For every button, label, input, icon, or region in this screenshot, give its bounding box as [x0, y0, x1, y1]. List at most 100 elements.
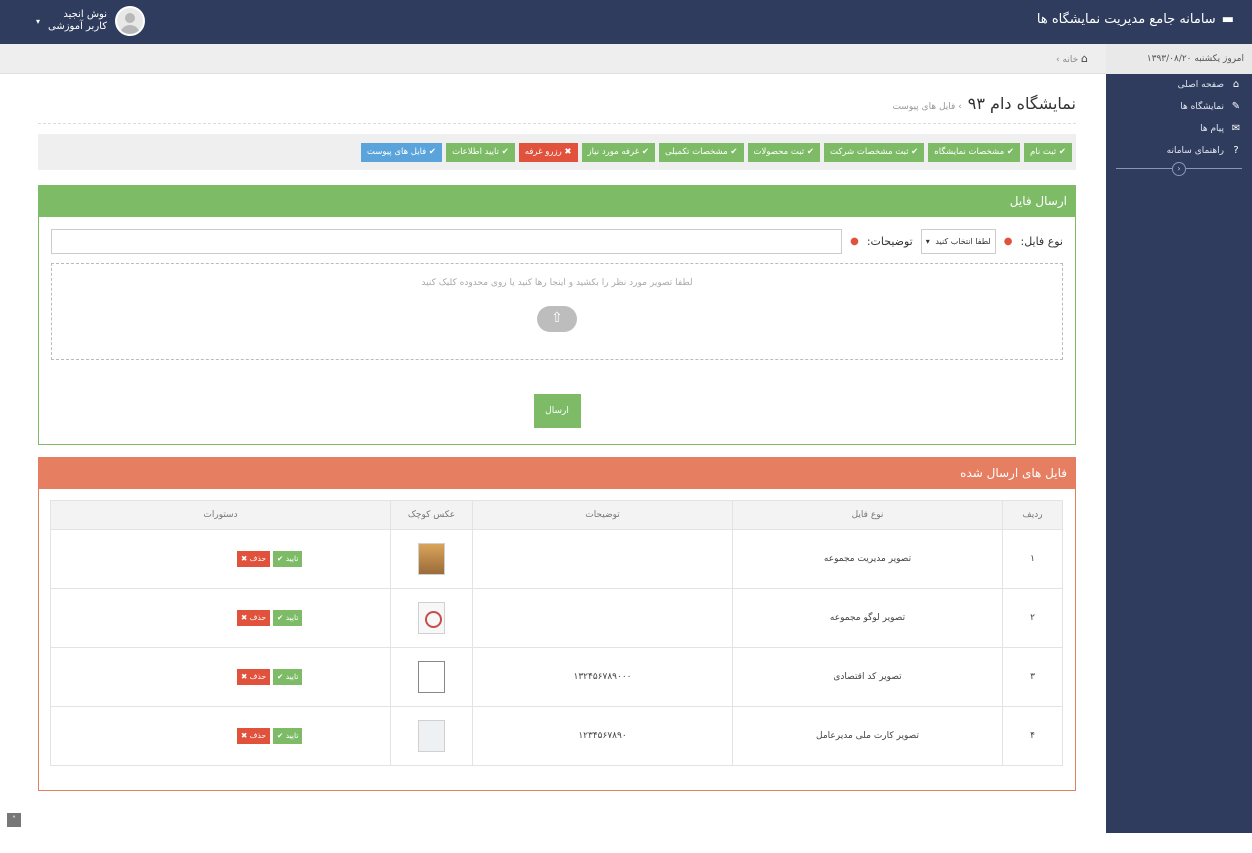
step-confirm[interactable]: ✔ تایید اطلاعات — [446, 142, 515, 162]
top-navbar: ▬ سامانه جامع مدیریت نمایشگاه ها ▾ نوش ا… — [0, 0, 1252, 44]
file-type-label: نوع فایل: — [1020, 235, 1063, 248]
column-description: توضیحات — [472, 500, 733, 530]
confirm-button[interactable]: ✔ تایید — [273, 669, 303, 685]
column-actions: دستورات — [50, 500, 391, 530]
sidebar: امروز یکشنبه ۱۳۹۳/۰۸/۲۰ ⌂ صفحه اصلی ✎ نم… — [1106, 44, 1252, 833]
delete-button[interactable]: ✖ حذف — [237, 610, 271, 626]
sidebar-collapse[interactable]: ‹ — [1116, 162, 1242, 178]
step-products[interactable]: ✔ ثبت محصولات — [747, 142, 820, 162]
sent-files-table: ردیف نوع فایل توضیحات عکس کوچک دستورات ۱… — [50, 500, 1063, 766]
scroll-top-button[interactable]: ˄ — [7, 813, 21, 827]
description-label: توضیحات: — [866, 235, 913, 248]
sidebar-item-label: پیام ها — [1200, 124, 1224, 134]
row-description: ۱۲۳۴۵۶۷۸۹۰ — [472, 706, 733, 766]
row-actions: ✖ حذف ✔ تایید — [50, 706, 391, 766]
breadcrumb-separator: › — [1056, 55, 1060, 65]
upload-form-row: نوع فایل: ● لطفا انتخاب کنید ▾ توضیحات: … — [39, 217, 1075, 254]
row-thumbnail-cell — [390, 588, 473, 648]
table-row: ۱ تصویر مدیریت مجموعه ✖ حذف ✔ تایید — [50, 529, 1063, 589]
user-name: نوش انجید — [63, 9, 107, 20]
avatar[interactable] — [114, 6, 145, 36]
delete-button[interactable]: ✖ حذف — [237, 551, 271, 567]
row-thumbnail-cell — [390, 529, 473, 589]
sent-files-panel: فایل های ارسال شده ردیف نوع فایل توضیحات… — [38, 457, 1076, 791]
row-actions: ✖ حذف ✔ تایید — [50, 588, 391, 648]
column-thumbnail: عکس کوچک — [390, 500, 473, 530]
monitor-icon: ▬ — [1221, 12, 1234, 27]
row-description — [472, 588, 733, 648]
confirm-button[interactable]: ✔ تایید — [273, 551, 303, 567]
app-brand[interactable]: ▬ سامانه جامع مدیریت نمایشگاه ها — [1037, 12, 1234, 27]
step-extra-info[interactable]: ✔ مشخصات تکمیلی — [658, 142, 744, 162]
chevron-down-icon[interactable]: ▾ — [36, 17, 40, 26]
main-content: نمایشگاه دام ۹۳ › فایل های پیوست ✔ ثبت ن… — [38, 74, 1076, 791]
sidebar-item-messages[interactable]: ✉ پیام ها — [1106, 118, 1252, 140]
column-file-type: نوع فایل — [732, 500, 1003, 530]
description-input[interactable] — [51, 229, 843, 254]
sidebar-date: امروز یکشنبه ۱۳۹۳/۰۸/۲۰ — [1106, 44, 1252, 74]
sidebar-item-exhibitions[interactable]: ✎ نمایشگاه ها — [1106, 96, 1252, 118]
breadcrumb: ⌂ خانه › — [0, 44, 1106, 74]
column-index: ردیف — [1002, 500, 1063, 530]
row-description: ۱۳۲۴۵۶۷۸۹۰۰۰ — [472, 647, 733, 707]
page-subtitle: › فایل های پیوست — [892, 102, 962, 112]
home-icon[interactable]: ⌂ — [1081, 52, 1088, 65]
sidebar-item-label: راهنمای سامانه — [1166, 146, 1224, 156]
send-button[interactable]: ارسال — [533, 394, 581, 428]
sidebar-item-home[interactable]: ⌂ صفحه اصلی — [1106, 74, 1252, 96]
table-row: ۲ تصویر لوگو مجموعه ✖ حذف ✔ تایید — [50, 588, 1063, 648]
chevron-left-icon[interactable]: ‹ — [1172, 162, 1186, 176]
required-icon: ● — [1003, 236, 1013, 247]
row-index: ۱ — [1002, 529, 1063, 589]
user-menu[interactable]: ▾ نوش انجید کاربر آموزشی — [36, 6, 145, 36]
send-row: ارسال — [39, 360, 1075, 444]
wizard-steps: ✔ ثبت نام ✔ مشخصات نمایشگاه ✔ ثبت مشخصات… — [38, 134, 1076, 170]
row-thumbnail-cell — [390, 706, 473, 766]
thumbnail-image[interactable] — [418, 543, 445, 575]
row-index: ۲ — [1002, 588, 1063, 648]
page-title: نمایشگاه دام ۹۳ › فایل های پیوست — [38, 94, 1076, 113]
chevron-down-icon: ▾ — [925, 237, 930, 246]
step-company-info[interactable]: ✔ ثبت مشخصات شرکت — [824, 142, 925, 162]
file-type-value: لطفا انتخاب کنید — [935, 237, 991, 246]
page-title-text: نمایشگاه دام ۹۳ — [967, 94, 1076, 113]
thumbnail-image[interactable] — [418, 720, 445, 752]
table-row: ۴ تصویر کارت ملی مدیرعامل ۱۲۳۴۵۶۷۸۹۰ ✖ ح… — [50, 706, 1063, 766]
row-file-type: تصویر مدیریت مجموعه — [732, 529, 1003, 589]
sidebar-item-label: نمایشگاه ها — [1180, 102, 1224, 112]
sent-files-header: فایل های ارسال شده — [39, 458, 1075, 489]
step-attachments[interactable]: ✔ فایل های پیوست — [360, 142, 443, 162]
upload-panel-header: ارسال فایل — [39, 186, 1075, 217]
row-file-type: تصویر لوگو مجموعه — [732, 588, 1003, 648]
help-icon: ? — [1233, 145, 1239, 156]
mail-icon: ✉ — [1231, 123, 1241, 134]
file-dropzone[interactable]: لطفا تصویر مورد نظر را بکشید و اینجا رها… — [51, 263, 1063, 360]
required-icon: ● — [850, 236, 859, 247]
delete-button[interactable]: ✖ حذف — [237, 728, 271, 744]
row-file-type: تصویر کد اقتصادی — [732, 647, 1003, 707]
row-file-type: تصویر کارت ملی مدیرعامل — [732, 706, 1003, 766]
confirm-button[interactable]: ✔ تایید — [273, 610, 303, 626]
thumbnail-image[interactable] — [418, 602, 445, 634]
row-description — [472, 529, 733, 589]
thumbnail-image[interactable] — [418, 661, 445, 693]
sidebar-item-help[interactable]: ? راهنمای سامانه — [1106, 140, 1252, 162]
sidebar-item-label: صفحه اصلی — [1177, 80, 1224, 90]
user-info: نوش انجید کاربر آموزشی — [48, 9, 107, 33]
file-type-select[interactable]: لطفا انتخاب کنید ▾ — [920, 229, 996, 254]
row-index: ۴ — [1002, 706, 1063, 766]
home-icon: ⌂ — [1232, 79, 1240, 90]
app-title: سامانه جامع مدیریت نمایشگاه ها — [1036, 12, 1216, 27]
step-booth-reserve[interactable]: ✖ رزرو غرفه — [518, 142, 578, 162]
step-booth-needs[interactable]: ✔ غرفه مورد نیاز — [581, 142, 655, 162]
delete-button[interactable]: ✖ حذف — [237, 669, 271, 685]
table-header-row: ردیف نوع فایل توضیحات عکس کوچک دستورات — [50, 500, 1063, 530]
breadcrumb-home-link[interactable]: خانه — [1063, 55, 1079, 65]
user-role: کاربر آموزشی — [48, 21, 107, 32]
confirm-button[interactable]: ✔ تایید — [273, 728, 303, 744]
upload-panel: ارسال فایل نوع فایل: ● لطفا انتخاب کنید … — [38, 185, 1076, 445]
step-registration[interactable]: ✔ ثبت نام — [1023, 142, 1072, 162]
dropzone-hint: لطفا تصویر مورد نظر را بکشید و اینجا رها… — [421, 278, 693, 288]
step-exhibition-info[interactable]: ✔ مشخصات نمایشگاه — [928, 142, 1020, 162]
row-thumbnail-cell — [390, 647, 473, 707]
